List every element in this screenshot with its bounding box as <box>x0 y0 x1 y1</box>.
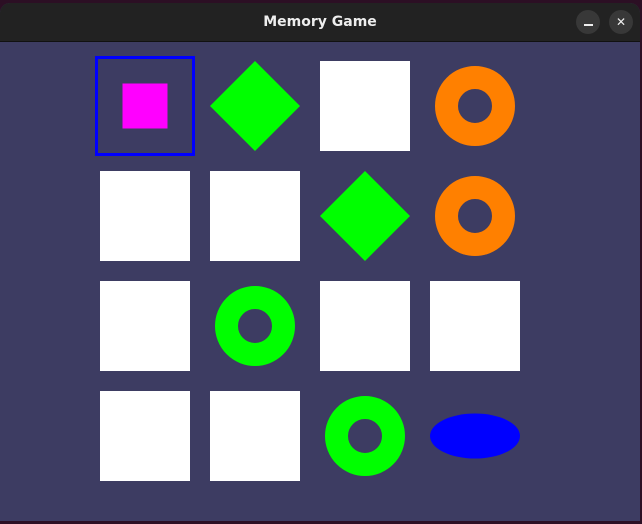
card-r3-c1[interactable] <box>210 391 300 481</box>
card-r3-c3[interactable] <box>430 391 520 481</box>
card-back[interactable] <box>100 281 190 371</box>
card-back[interactable] <box>100 391 190 481</box>
card-back[interactable] <box>210 171 300 261</box>
card-r3-c2[interactable] <box>320 391 410 481</box>
card-r1-c1[interactable] <box>210 171 300 261</box>
card-r1-c3[interactable] <box>430 171 520 261</box>
game-board <box>0 42 640 521</box>
board-canvas[interactable] <box>0 42 640 521</box>
card-back[interactable] <box>320 61 410 151</box>
window-title: Memory Game <box>263 14 377 30</box>
card-r3-c0[interactable] <box>100 391 190 481</box>
card-r1-c2[interactable] <box>320 171 410 261</box>
card-r2-c0[interactable] <box>100 281 190 371</box>
oval-shape <box>430 413 520 459</box>
minimize-button[interactable] <box>576 10 600 34</box>
card-r1-c0[interactable] <box>100 171 190 261</box>
title-bar[interactable]: Memory Game ✕ <box>0 3 640 42</box>
card-r0-c2[interactable] <box>320 61 410 151</box>
card-back[interactable] <box>430 281 520 371</box>
card-r0-c0[interactable] <box>100 61 190 151</box>
card-back[interactable] <box>320 281 410 371</box>
close-button[interactable]: ✕ <box>609 10 633 34</box>
card-r2-c2[interactable] <box>320 281 410 371</box>
game-window: Memory Game ✕ <box>0 3 640 521</box>
card-back[interactable] <box>210 391 300 481</box>
card-r2-c3[interactable] <box>430 281 520 371</box>
minimize-icon <box>583 24 593 26</box>
card-r2-c1[interactable] <box>210 281 300 371</box>
square-shape <box>122 83 168 129</box>
card-r0-c3[interactable] <box>430 61 520 151</box>
close-icon: ✕ <box>615 15 627 29</box>
card-r0-c1[interactable] <box>210 61 300 151</box>
card-back[interactable] <box>100 171 190 261</box>
